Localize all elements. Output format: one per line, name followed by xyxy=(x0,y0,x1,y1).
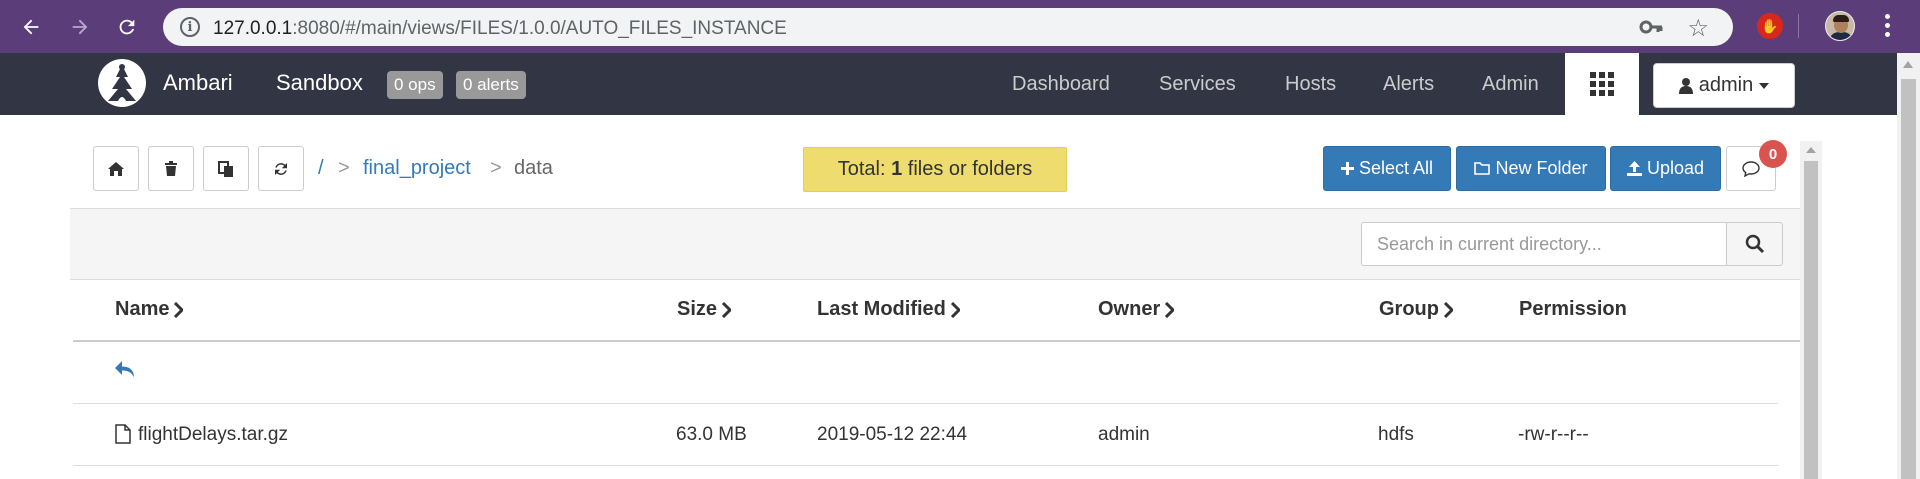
delete-button[interactable] xyxy=(148,146,194,191)
chevron-right-icon xyxy=(174,301,184,318)
nav-services[interactable]: Services xyxy=(1159,53,1236,115)
chevron-right-icon xyxy=(1165,301,1175,318)
key-icon[interactable] xyxy=(1639,17,1663,42)
nav-hosts[interactable]: Hosts xyxy=(1285,53,1336,115)
breadcrumb-separator: > xyxy=(338,157,350,179)
search-button[interactable] xyxy=(1726,222,1783,266)
reload-icon[interactable] xyxy=(112,12,142,42)
nav-dashboard[interactable]: Dashboard xyxy=(1012,53,1110,115)
trash-icon xyxy=(165,161,177,176)
home-icon xyxy=(108,161,124,176)
file-icon xyxy=(115,424,131,449)
extension-hand-icon[interactable]: ✋ xyxy=(1757,13,1783,39)
toolbar-divider xyxy=(1798,14,1799,38)
info-icon[interactable]: i xyxy=(180,17,200,37)
chevron-right-icon xyxy=(1443,301,1453,318)
total-count-banner: Total: 1 files or folders xyxy=(803,147,1067,192)
menu-dots-icon[interactable] xyxy=(1882,14,1892,37)
copy-icon xyxy=(218,160,233,177)
breadcrumb-final-project[interactable]: final_project xyxy=(363,157,471,180)
refresh-icon xyxy=(275,162,287,175)
file-owner: admin xyxy=(1098,424,1150,445)
file-size: 63.0 MB xyxy=(676,424,747,445)
user-icon xyxy=(1678,77,1693,94)
upload-icon xyxy=(1626,161,1642,176)
column-header-last-modified[interactable]: Last Modified xyxy=(817,298,960,321)
upload-button[interactable]: Upload xyxy=(1610,146,1721,191)
user-menu-button[interactable]: admin xyxy=(1653,63,1795,108)
ambari-logo-icon[interactable] xyxy=(98,59,146,107)
column-header-owner[interactable]: Owner xyxy=(1098,298,1175,321)
user-name: admin xyxy=(1698,74,1754,96)
column-header-size[interactable]: Size xyxy=(677,298,732,321)
column-header-name[interactable]: Name xyxy=(115,298,184,321)
refresh-button[interactable] xyxy=(258,146,304,191)
url-text[interactable]: 127.0.0.1:8080/#/main/views/FILES/1.0.0/… xyxy=(213,18,787,40)
star-icon[interactable]: ☆ xyxy=(1687,14,1709,43)
file-modified: 2019-05-12 22:44 xyxy=(817,424,968,445)
paste-button[interactable] xyxy=(203,146,249,191)
column-header-group[interactable]: Group xyxy=(1379,298,1453,321)
chevron-right-icon xyxy=(950,301,960,318)
back-arrow-icon[interactable] xyxy=(16,12,46,42)
content-scrollbar[interactable] xyxy=(1800,141,1822,479)
brand-name[interactable]: Ambari xyxy=(163,70,233,96)
total-count: 1 xyxy=(891,158,903,180)
cluster-name[interactable]: Sandbox xyxy=(276,70,363,96)
file-name[interactable]: flightDelays.tar.gz xyxy=(138,424,288,446)
messages-count-badge: 0 xyxy=(1759,140,1787,168)
nav-alerts[interactable]: Alerts xyxy=(1383,53,1434,115)
forward-arrow-icon[interactable] xyxy=(65,12,95,42)
browser-toolbar: i 127.0.0.1:8080/#/main/views/FILES/1.0.… xyxy=(0,0,1920,53)
breadcrumb-current: data xyxy=(514,157,553,179)
file-group: hdfs xyxy=(1378,424,1414,445)
search-icon xyxy=(1745,234,1764,254)
table-header-divider xyxy=(73,340,1800,342)
address-bar[interactable]: i 127.0.0.1:8080/#/main/views/FILES/1.0.… xyxy=(163,8,1733,46)
new-folder-button[interactable]: New Folder xyxy=(1456,146,1606,191)
breadcrumb-separator: > xyxy=(490,157,502,179)
grid-icon xyxy=(1590,72,1614,96)
ops-badge[interactable]: 0 ops xyxy=(387,71,443,99)
chevron-right-icon xyxy=(721,301,732,318)
views-grid-button[interactable] xyxy=(1565,53,1639,115)
caret-down-icon xyxy=(1759,82,1770,89)
page-scrollbar[interactable] xyxy=(1897,53,1920,479)
search-input[interactable] xyxy=(1361,222,1727,266)
home-button[interactable] xyxy=(93,146,139,191)
profile-avatar[interactable] xyxy=(1825,11,1855,41)
ambari-navbar: Ambari Sandbox 0 ops 0 alerts Dashboard … xyxy=(0,53,1920,115)
comment-icon xyxy=(1742,160,1760,177)
breadcrumb-root[interactable]: / xyxy=(318,157,324,180)
file-permission: -rw-r--r-- xyxy=(1518,424,1589,445)
parent-directory-icon[interactable] xyxy=(114,360,136,385)
row-divider xyxy=(73,465,1778,466)
row-divider xyxy=(73,403,1778,404)
alerts-badge[interactable]: 0 alerts xyxy=(456,71,526,99)
plus-icon xyxy=(1340,162,1354,175)
nav-admin[interactable]: Admin xyxy=(1482,53,1539,115)
folder-icon xyxy=(1474,162,1491,175)
select-all-button[interactable]: Select All xyxy=(1323,146,1451,191)
column-header-permission: Permission xyxy=(1519,298,1627,320)
